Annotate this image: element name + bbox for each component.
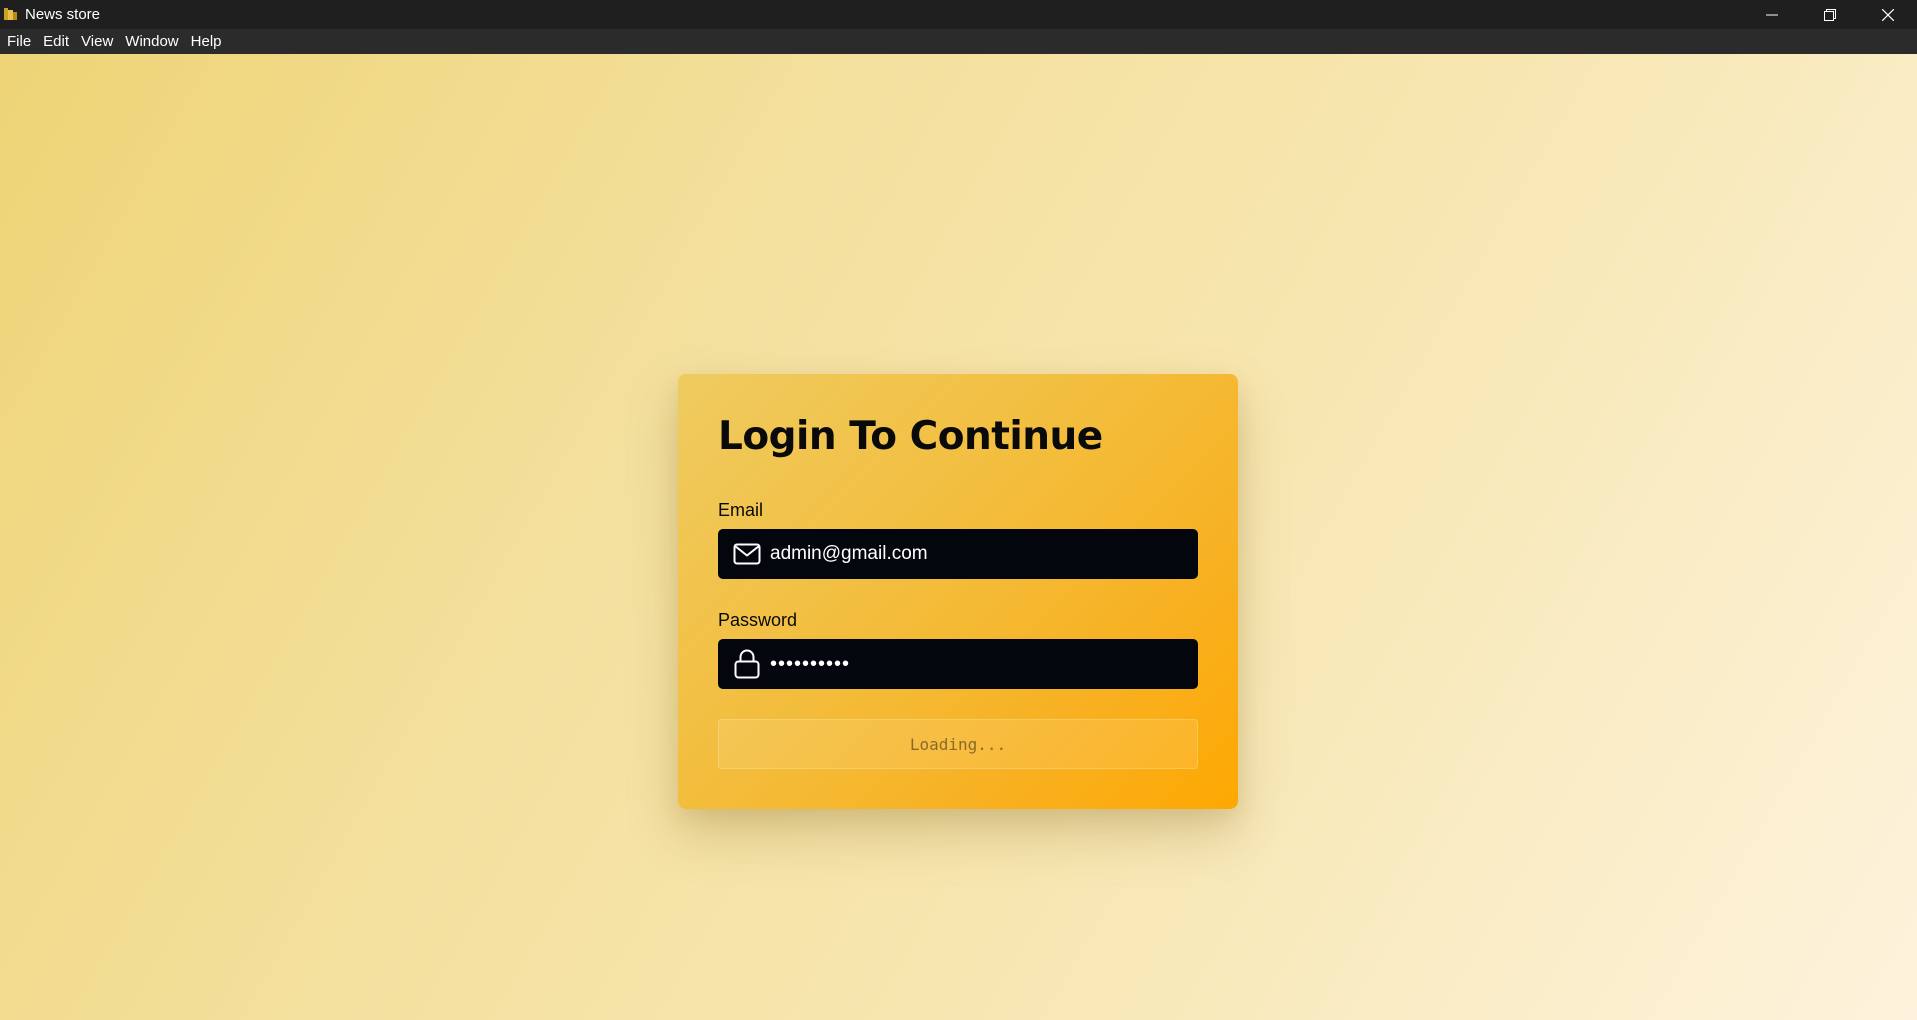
menu-window[interactable]: Window xyxy=(120,29,185,54)
login-card: Login To Continue Email admin@gmail.com … xyxy=(678,374,1238,809)
close-button[interactable] xyxy=(1859,0,1917,29)
menu-bar: File Edit View Window Help xyxy=(0,29,1917,54)
app-content: Login To Continue Email admin@gmail.com … xyxy=(0,54,1917,1020)
email-label: Email xyxy=(718,500,764,520)
restore-icon xyxy=(1824,8,1836,21)
window-title: News store xyxy=(25,6,101,23)
mail-icon xyxy=(732,539,762,569)
email-value: admin@gmail.com xyxy=(770,543,928,564)
password-field[interactable]: •••••••••• xyxy=(718,639,1198,689)
minimize-icon xyxy=(1766,14,1778,15)
close-icon xyxy=(1882,8,1894,21)
menu-edit[interactable]: Edit xyxy=(38,29,76,54)
title-bar: News store xyxy=(0,0,1917,29)
window-controls xyxy=(1743,0,1917,29)
menu-help[interactable]: Help xyxy=(186,29,229,54)
email-field[interactable]: admin@gmail.com xyxy=(718,529,1198,579)
login-title: Login To Continue xyxy=(718,414,1103,459)
lock-icon xyxy=(732,649,762,679)
menu-view[interactable]: View xyxy=(76,29,120,54)
restore-button[interactable] xyxy=(1801,0,1859,29)
password-value: •••••••••• xyxy=(770,652,851,675)
minimize-button[interactable] xyxy=(1743,0,1801,29)
menu-file[interactable]: File xyxy=(2,29,38,54)
password-label: Password xyxy=(718,610,798,630)
app-logo-icon xyxy=(4,7,17,21)
login-submit-button[interactable]: Loading... xyxy=(718,719,1198,769)
